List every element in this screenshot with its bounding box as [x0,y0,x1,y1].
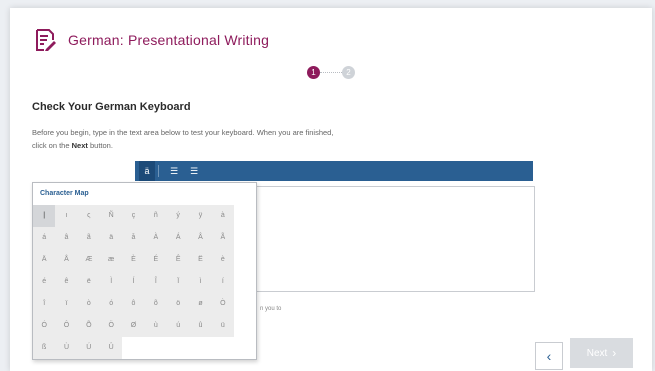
toolbar-separator [158,165,159,177]
character-cell[interactable]: ú [167,315,190,337]
page-header: German: Presentational Writing [34,28,269,52]
character-cell[interactable]: Ã [211,227,234,249]
ordered-list-button[interactable]: ☰ [166,161,182,181]
list-bullet-icon: ☰ [189,165,199,176]
instructions: Before you begin, type in the text area … [32,126,432,152]
character-cell[interactable]: Ø [122,315,145,337]
character-cell[interactable]: Ä [33,249,56,271]
character-cell[interactable]: ï [55,293,78,315]
character-cell[interactable]: Ï [167,271,190,293]
character-cell[interactable]: Û [100,337,123,359]
editor-toolbar: ä ☰ ☰ [135,161,533,181]
bullet-list-button[interactable]: ☰ [186,161,202,181]
page-title: German: Presentational Writing [68,32,270,48]
character-cell[interactable]: È [122,249,145,271]
step-1: 1 [307,66,320,79]
character-cell[interactable]: Ö [100,315,123,337]
instructions-suffix: button. [89,141,113,150]
character-cell[interactable]: ù [144,315,167,337]
character-cell[interactable]: ς [77,205,100,227]
character-cell[interactable]: ç [122,205,145,227]
instructions-next-word: Next [71,141,88,150]
character-cell[interactable]: ß [33,337,56,359]
step-connector [320,72,342,73]
character-cell[interactable]: ë [77,271,100,293]
character-cell[interactable]: Ô [55,315,78,337]
character-cell[interactable]: õ [144,293,167,315]
character-cell[interactable]: Ù [55,337,78,359]
character-map-popup: Character Map | ı ς Ñç ñ ý ÿ à á â ã ä å À Á Â Ã Ä Å Ææ È É Ê Ë… [32,182,257,360]
character-cell[interactable]: ò [77,293,100,315]
character-cell[interactable]: Å [55,249,78,271]
character-cell[interactable]: ê [55,271,78,293]
character-map-title: Character Map [40,190,89,197]
footnote-text: n you to [260,306,282,312]
character-cell[interactable]: î [33,293,56,315]
main-card: German: Presentational Writing 1 2 Check… [10,8,652,371]
character-cell[interactable]: ì [189,271,212,293]
character-cell[interactable]: ó [100,293,123,315]
back-button[interactable]: ‹ [535,342,563,370]
character-cell[interactable]: í [211,271,234,293]
character-cell[interactable]: À [144,227,167,249]
instructions-line1: Before you begin, type in the text area … [32,128,334,137]
character-cell[interactable]: Õ [77,315,100,337]
document-edit-icon [36,29,56,51]
character-cell[interactable]: Í [122,271,145,293]
section-heading: Check Your German Keyboard [32,101,191,113]
character-cell[interactable]: å [122,227,145,249]
character-cell[interactable]: û [189,315,212,337]
character-cell[interactable]: | [33,205,56,227]
character-cell[interactable]: ø [189,293,212,315]
character-cell[interactable]: â [55,227,78,249]
character-cell[interactable]: ÿ [189,205,212,227]
character-map-button[interactable]: ä [139,161,155,181]
character-cell[interactable]: Ó [33,315,56,337]
character-grid: | ı ς Ñç ñ ý ÿ à á â ã ä å À Á Â Ã Ä Å Ææ È É Ê Ëè é ê ë Ì Í Î Ïì í î ï ò ó… [33,205,234,359]
character-cell[interactable]: Ò [211,293,234,315]
character-cell[interactable]: ö [167,293,190,315]
character-cell[interactable]: Æ [77,249,100,271]
character-cell[interactable]: ñ [144,205,167,227]
character-cell[interactable]: è [211,249,234,271]
character-map-icon: ä [144,166,150,176]
character-cell[interactable]: Ë [189,249,212,271]
character-cell[interactable]: Â [189,227,212,249]
next-button-label: Next [586,347,608,359]
character-cell[interactable]: ü [211,315,234,337]
character-cell[interactable]: É [144,249,167,271]
progress-stepper: 1 2 [307,66,355,79]
character-cell[interactable]: Ê [167,249,190,271]
character-cell[interactable]: ä [100,227,123,249]
list-ordered-icon: ☰ [169,165,179,176]
character-cell[interactable]: Ñ [100,205,123,227]
character-cell[interactable]: Ú [77,337,100,359]
next-button[interactable]: Next › [570,338,633,368]
character-cell[interactable]: Ì [100,271,123,293]
character-cell[interactable]: à [211,205,234,227]
character-cell[interactable]: ã [77,227,100,249]
character-cell[interactable]: ô [122,293,145,315]
character-cell[interactable]: Á [167,227,190,249]
character-cell[interactable]: ý [167,205,190,227]
chevron-right-icon: › [612,346,617,360]
character-cell[interactable]: ı [55,205,78,227]
chevron-left-icon: ‹ [546,348,552,364]
character-cell[interactable]: Î [144,271,167,293]
instructions-prefix: click on the [32,141,70,150]
step-2: 2 [342,66,355,79]
character-cell[interactable]: á [33,227,56,249]
character-cell[interactable]: é [33,271,56,293]
character-cell[interactable]: æ [100,249,123,271]
